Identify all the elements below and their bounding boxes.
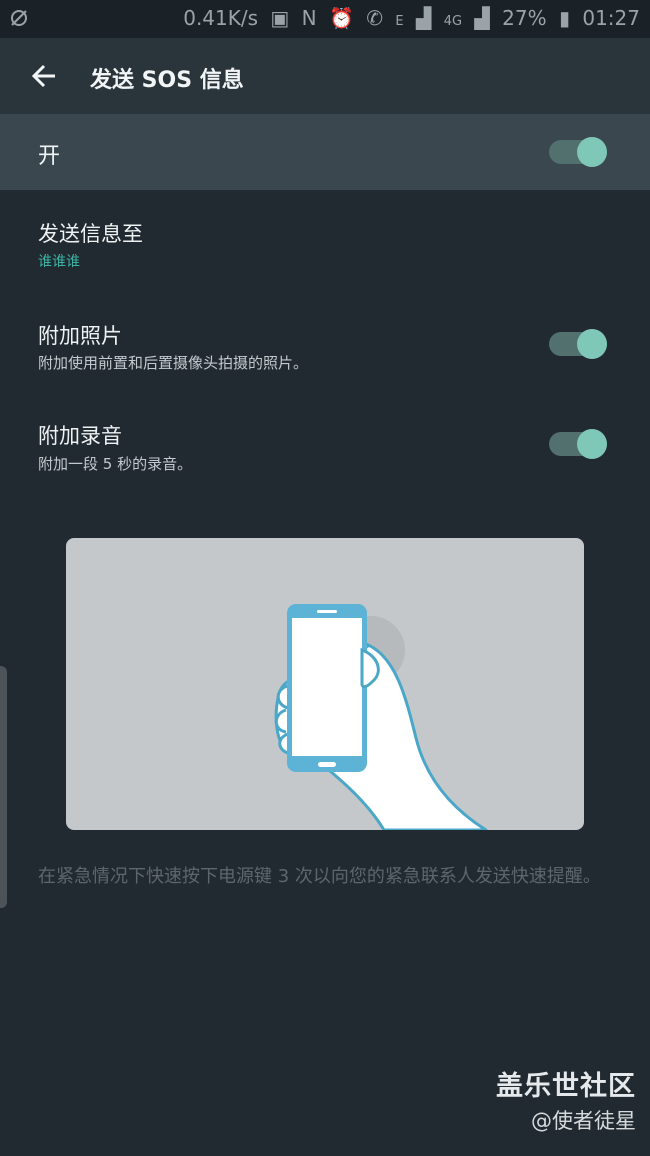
back-button[interactable] <box>20 52 68 100</box>
storage-icon: ▣ <box>270 6 290 30</box>
master-toggle[interactable] <box>549 137 607 167</box>
master-switch-label: 开 <box>38 144 61 169</box>
sync-icon <box>8 7 30 34</box>
attach-photos-title: 附加照片 <box>38 324 122 348</box>
status-indicators: 0.41K/s ▣ N ⏰ ✆ E ▟ 4G ▟ 27% ▮ 01:27 <box>177 6 640 30</box>
sos-description: 在紧急情况下快速按下电源键 3 次以向您的紧急联系人发送快速提醒。 <box>38 866 601 887</box>
attach-audio-title: 附加录音 <box>38 424 122 448</box>
app-bar: 发送 SOS 信息 <box>0 38 650 114</box>
toggle-thumb <box>577 137 607 167</box>
nfc-indicator: N <box>301 6 317 30</box>
attach-photos-description: 附加使用前置和后置摄像头拍摄的照片。 <box>38 354 309 372</box>
watermark-title: 盖乐世社区 <box>496 1071 636 1102</box>
toggle-thumb <box>577 329 607 359</box>
alarm-icon: ⏰ <box>328 6 354 30</box>
master-switch-row[interactable]: 开 <box>0 114 650 190</box>
hand-holding-phone-icon <box>274 604 488 830</box>
watermark-author: @使者徒星 <box>531 1109 636 1133</box>
status-bar: 0.41K/s ▣ N ⏰ ✆ E ▟ 4G ▟ 27% ▮ 01:27 <box>0 0 650 38</box>
power-key-illustration <box>66 538 584 830</box>
edge-panel-handle[interactable] <box>0 666 7 908</box>
attach-photos-toggle[interactable] <box>549 329 607 359</box>
toggle-thumb <box>577 429 607 459</box>
attach-audio-description: 附加一段 5 秒的录音。 <box>38 455 193 473</box>
arrow-left-icon <box>31 64 55 88</box>
signal-icon-2: ▟ <box>474 6 490 30</box>
network-speed: 0.41K/s <box>183 6 259 30</box>
clock: 01:27 <box>582 6 640 30</box>
page-title: 发送 SOS 信息 <box>90 68 244 93</box>
send-to-title: 发送信息至 <box>38 222 143 246</box>
signal-icon: ▟ <box>415 6 432 30</box>
edge-indicator: E <box>395 14 404 29</box>
call-icon: ✆ <box>366 6 384 30</box>
battery-icon: ▮ <box>558 6 570 30</box>
send-to-contact: 谁谁谁 <box>38 254 80 270</box>
battery-percent: 27% <box>502 6 547 30</box>
attach-audio-toggle[interactable] <box>549 429 607 459</box>
network-type-label: 4G <box>443 14 463 29</box>
